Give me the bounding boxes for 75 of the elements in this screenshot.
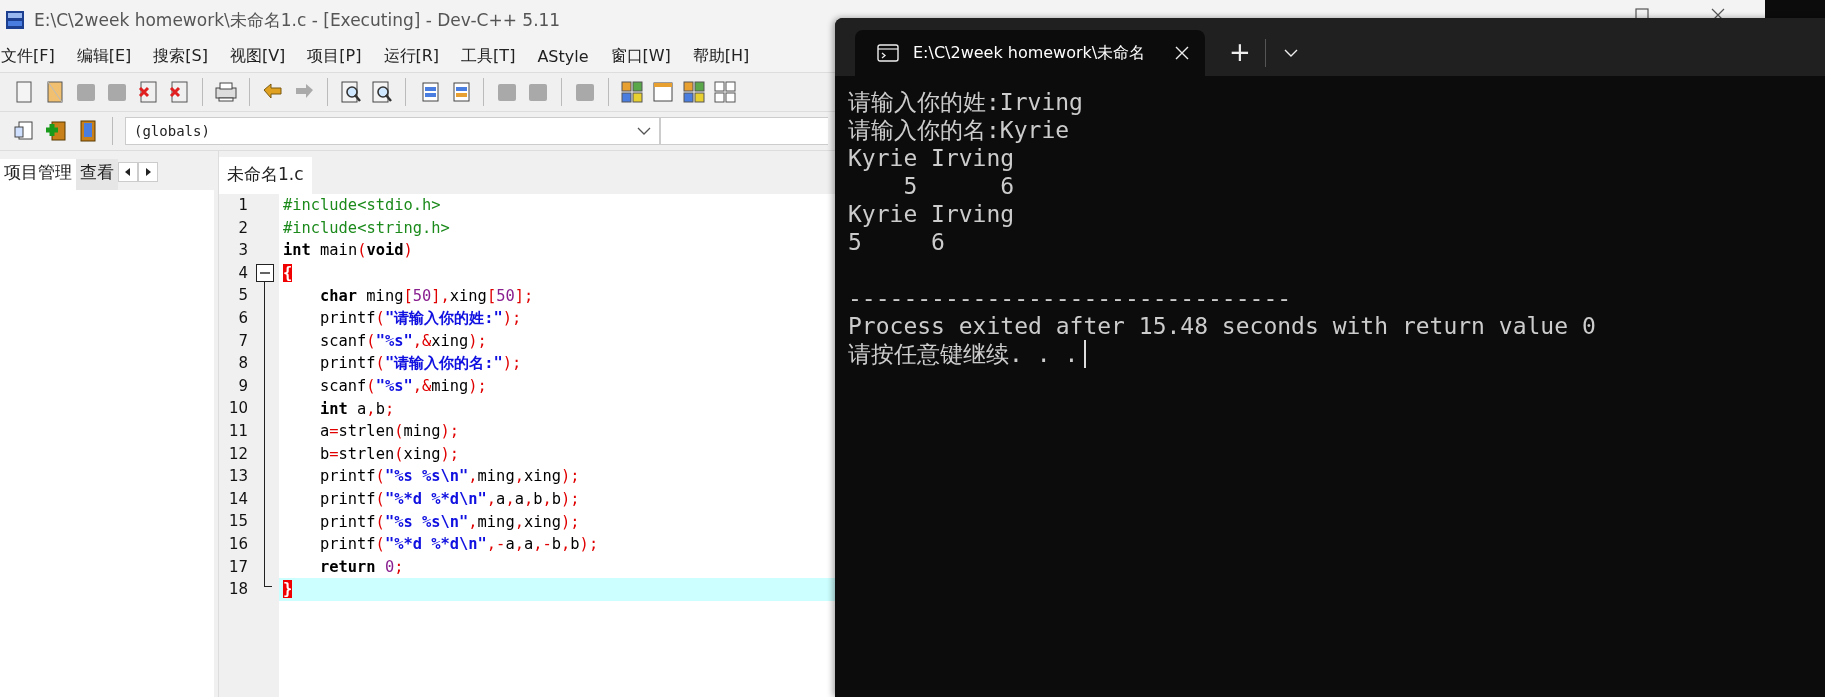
code-line: #include<stdio.h> [283, 196, 441, 215]
line-number: 18 [228, 579, 249, 601]
line-number: 4 [238, 262, 249, 284]
menu-item[interactable]: 运行[R] [383, 45, 440, 67]
line-number: 15 [228, 511, 249, 533]
menu-item[interactable]: 编辑[E] [76, 45, 132, 67]
output-line: 请按任意键继续. . . [848, 340, 1079, 368]
terminal-icon [877, 44, 899, 62]
code-line: #include<string.h> [283, 218, 450, 237]
code-line: scanf("%s",&ming); [319, 377, 487, 396]
chevron-down-icon[interactable] [1283, 49, 1298, 57]
panel-tab[interactable]: 项目管理 [0, 159, 76, 190]
scroll-left-button[interactable] [118, 162, 138, 182]
menu-item[interactable]: AStyle [537, 46, 589, 66]
scroll-right-button[interactable] [138, 162, 158, 182]
search-icon[interactable] [370, 80, 394, 104]
menu-item[interactable]: 帮助[H] [692, 45, 750, 67]
code-line: printf("%s %s\n",ming,xing); [319, 467, 580, 486]
code-line: int main(void) [283, 241, 413, 260]
output-line: 请输入你的名:Kyrie [848, 116, 1070, 144]
collapse-icon[interactable] [256, 263, 274, 282]
line-number: 5 [238, 285, 249, 307]
output-line: Kyrie Irving [848, 144, 1015, 172]
menu-item[interactable]: 工具[T] [461, 45, 516, 67]
output-line: 请输入你的姓:Irving [848, 88, 1083, 116]
line-number: 8 [238, 353, 249, 375]
output-line: Kyrie Irving [848, 200, 1015, 228]
menu-item[interactable]: 窗口[W] [610, 45, 671, 67]
new-tab-button[interactable]: + [1229, 30, 1251, 76]
line-number: 17 [228, 556, 249, 578]
output-line: -------------------------------- [848, 284, 1292, 312]
output-line: Process exited after 15.48 seconds with return value 0 [848, 312, 1596, 340]
line-number: 6 [238, 307, 249, 329]
menu-item[interactable]: 项目[P] [307, 45, 362, 67]
code-line: return 0; [319, 557, 404, 576]
line-number: 10 [228, 398, 249, 420]
line-number: 12 [228, 443, 249, 465]
chevron-down-icon [637, 127, 651, 135]
app-icon [6, 11, 24, 29]
terminal-tab[interactable]: E:\C\2week homework\未命名 [855, 30, 1205, 76]
line-number: 1 [238, 195, 249, 216]
output-line: 5 6 [848, 228, 945, 256]
panel-tab[interactable]: 查看 [76, 159, 118, 190]
grid-icon[interactable] [682, 80, 706, 104]
code-line: printf("%*d %*d\n",-a,a,-b,b); [319, 535, 599, 554]
grid-icon[interactable] [620, 80, 644, 104]
file-tab[interactable]: 未命名1.c [219, 157, 312, 194]
add-file-icon[interactable] [44, 119, 68, 143]
code-line: printf("%s %s\n",ming,xing); [319, 512, 580, 531]
window-title: E:\C\2week homework\未命名1.c - [Executing] - Dev-C++ 5.11 [34, 8, 561, 32]
line-number: 16 [228, 533, 249, 555]
code-line: int a,b; [319, 399, 395, 418]
code-line: printf("%*d %*d\n",a,a,b,b); [319, 490, 580, 508]
output-line: 5 6 [902, 172, 1015, 200]
line-number: 11 [228, 420, 249, 442]
menu-item[interactable]: 文件[F] [1, 45, 55, 67]
line-number: 3 [238, 240, 249, 262]
printer-icon[interactable] [214, 80, 238, 104]
line-number: 7 [238, 330, 249, 352]
line-number: 2 [238, 217, 249, 239]
code-line: scanf("%s",&xing); [319, 331, 487, 350]
code-line: char ming[50],xing[50]; [319, 286, 534, 305]
text-cursor [1084, 340, 1086, 368]
line-number: 13 [228, 466, 249, 488]
menu-item[interactable]: 搜索[S] [153, 45, 208, 67]
code-line: a=strlen(ming); [319, 422, 460, 441]
scope-dropdown[interactable]: (globals) [125, 117, 660, 145]
line-number: 14 [228, 488, 249, 510]
code-line: printf("请输入你的名:"); [319, 352, 522, 374]
line-number: 9 [238, 375, 249, 397]
search-icon[interactable] [339, 80, 363, 104]
grid-icon[interactable] [713, 80, 737, 104]
code-line: b=strlen(xing); [319, 444, 460, 463]
menu-item[interactable]: 视图[V] [229, 45, 286, 67]
code-line: printf("请输入你的姓:"); [319, 307, 522, 329]
